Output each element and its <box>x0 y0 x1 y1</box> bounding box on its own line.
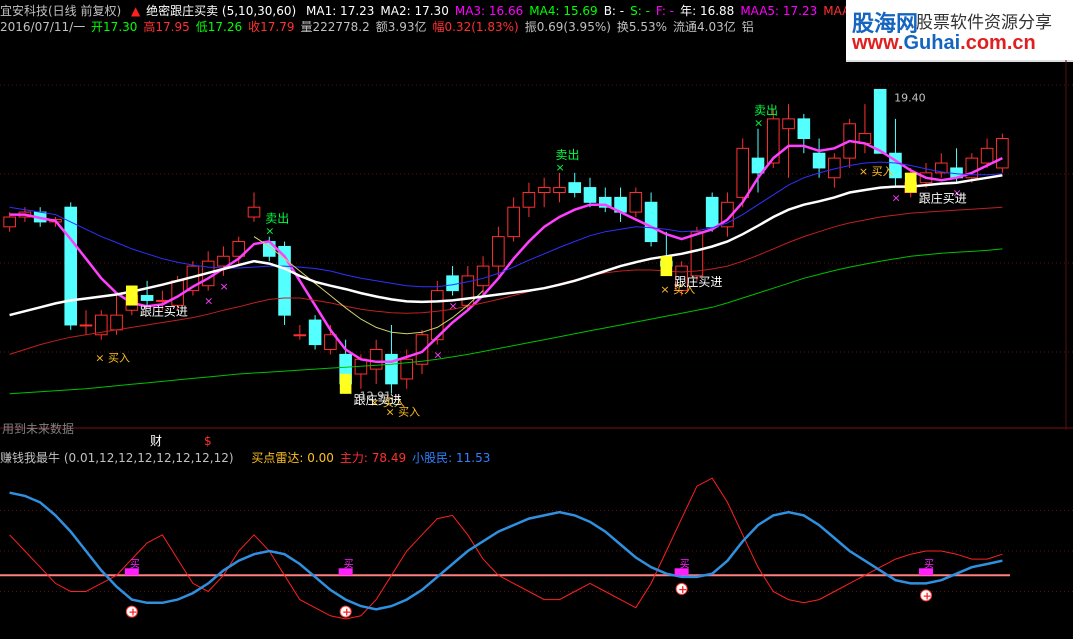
retail-line <box>9 491 1003 611</box>
radar-label: 买 <box>680 558 690 570</box>
candle <box>568 182 582 193</box>
candle <box>308 319 322 346</box>
candle <box>522 191 536 208</box>
candle <box>583 187 597 203</box>
candle <box>476 265 490 287</box>
candle <box>782 118 795 130</box>
magenta-x-icon: × <box>449 300 458 313</box>
finance-mark[interactable]: 财 <box>150 433 162 449</box>
candle <box>3 216 16 228</box>
follow-box <box>339 373 352 394</box>
sub-indicator-name[interactable]: 赚钱我最牛 <box>0 451 60 465</box>
sub-value-0: 买点雷达: 0.00 <box>251 451 334 465</box>
buy-point-plus-icon: + <box>342 606 351 619</box>
stock-chart-window[interactable]: 宜安科技(日线 前复权) ▲ 绝密跟庄买卖 (5,10,30,60) MA1: … <box>0 0 1073 639</box>
candle <box>369 348 383 370</box>
buy-point-icon <box>339 605 352 618</box>
candle <box>996 138 1009 169</box>
radar-label: 买 <box>924 558 934 570</box>
candle <box>537 187 551 193</box>
dollar-mark[interactable]: $ <box>204 433 212 449</box>
buy-marker: × 买入 <box>95 352 130 365</box>
sell-x-icon: × <box>754 117 763 130</box>
candle <box>64 206 78 326</box>
sell-x-icon: × <box>555 161 564 174</box>
radar-label: 买 <box>344 558 354 570</box>
series-line-maa30 <box>9 206 1003 355</box>
candle <box>980 147 994 164</box>
magenta-x-icon: × <box>219 280 228 293</box>
buy-point-plus-icon: + <box>923 589 932 602</box>
candle <box>293 334 307 337</box>
candle <box>140 295 154 301</box>
candle <box>79 324 93 327</box>
magenta-x-icon: × <box>204 295 213 308</box>
magenta-x-icon: × <box>433 349 442 362</box>
sub-value-1: 主力: 78.49 <box>339 451 407 465</box>
candle <box>385 353 398 385</box>
radar-bar <box>338 568 353 576</box>
radar-bar <box>919 568 933 576</box>
follow-box <box>904 172 917 193</box>
candle <box>873 88 887 154</box>
candle <box>629 191 643 213</box>
buy-point-icon <box>125 605 138 618</box>
radar-bar <box>674 568 689 576</box>
max-price-label: 19.40 <box>894 91 926 104</box>
follow-label: 跟庄买进 <box>919 191 967 206</box>
sub-indicator-values: 买点雷达: 0.00 主力: 78.49 小股民: 11.53 <box>251 451 496 465</box>
follow-box <box>126 285 138 306</box>
magenta-x-icon: × <box>891 192 900 205</box>
candle <box>507 206 520 238</box>
follow-box <box>660 256 673 277</box>
follow-label: 跟庄买进 <box>140 304 188 319</box>
sub-value-2: 小股民: 11.53 <box>412 451 491 465</box>
price-chart[interactable]: × 买入× 买入× 买入× 买入× 买入卖出×卖出×卖出××××× ××跟庄买进跟… <box>0 0 1073 430</box>
radar-label: 买 <box>130 558 140 570</box>
buy-marker: × 买入 <box>859 165 894 178</box>
candle <box>812 152 826 169</box>
min-price-label: 12.91 <box>360 390 392 403</box>
candle <box>492 236 505 267</box>
sell-x-icon: × <box>265 225 274 238</box>
series-line-ma3 <box>9 139 1003 364</box>
candle <box>736 147 750 198</box>
buy-point-icon <box>920 589 932 602</box>
radar-bar <box>124 568 139 576</box>
sub-indicator-header: 赚钱我最牛 (0.01,12,12,12,12,12,12,12) 买点雷达: … <box>0 450 502 466</box>
candle <box>797 118 811 140</box>
candle <box>553 187 566 193</box>
follow-label: 跟庄买进 <box>674 274 722 289</box>
candle <box>690 231 704 277</box>
buy-point-icon <box>675 582 688 595</box>
candle <box>247 206 261 218</box>
sell-marker: 卖出 <box>265 212 289 226</box>
series-line-ma1 <box>9 174 1003 317</box>
buy-point-plus-icon: + <box>128 606 137 619</box>
main-force-line <box>9 477 1003 620</box>
candle <box>705 196 719 228</box>
candle <box>110 314 123 331</box>
candle <box>446 275 459 292</box>
sell-marker: 卖出 <box>754 104 778 118</box>
future-data-note: 用到未来数据 <box>2 422 75 436</box>
candle <box>644 201 658 243</box>
sell-marker: 卖出 <box>555 148 579 162</box>
sub-indicator-params: (0.01,12,12,12,12,12,12,12) <box>63 451 234 465</box>
buy-point-plus-icon: + <box>678 583 687 596</box>
